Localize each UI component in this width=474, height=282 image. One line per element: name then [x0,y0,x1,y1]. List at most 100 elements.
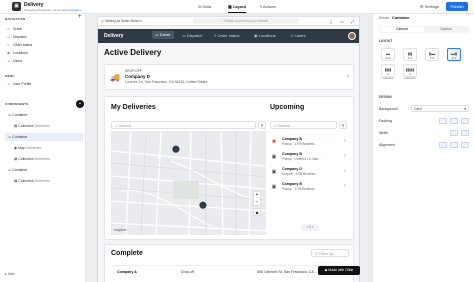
align-top[interactable] [439,142,447,148]
breadcrumb-container[interactable]: Container [392,16,410,20]
tree-item-container[interactable]: ▭ Container [5,111,83,119]
upcoming-item[interactable]: ✖ Company B Pickup · 1709 Broderic... › [270,137,350,150]
made-with-badge[interactable]: ◆ Made with Glide [318,266,360,275]
tab-options[interactable]: Options [424,27,468,32]
deliveries-map[interactable]: ⬤ ⬤ + − ◆ mapbox [111,131,266,235]
layout-icon: ▦ [228,4,232,9]
width-standard[interactable] [450,130,458,136]
box-icon: ▣ [271,169,277,175]
academy-link[interactable]: Academy [69,8,82,12]
upcoming-filter-button[interactable]: ⚲ [339,121,347,129]
nav-data[interactable]: ⛁ Data [198,4,211,9]
nav-item-locations[interactable]: ◉ Locations [5,49,83,57]
tree-item-collection[interactable]: ▤ Collection Deliveries [5,177,83,185]
container-icon: ▭ [8,168,12,172]
add-component-button[interactable]: + [76,100,84,108]
padding-medium[interactable] [450,118,458,124]
nav-item-dispatch[interactable]: ▭ Dispatch [5,33,83,41]
align-bottom[interactable] [461,142,469,148]
tree-item-collection[interactable]: ▤ Collection Deliveries [5,155,83,163]
truck-icon: 🚚 [110,73,120,82]
collection-icon: ▤ [14,124,18,128]
breadcrumb-driver[interactable]: Driver [379,16,389,20]
tree-item-map[interactable]: ◉ Map Deliveries [5,144,83,152]
filter-icon: ⚲ [315,251,318,256]
layout-option-2-1[interactable]: ▬▮ 2:1 [447,48,461,61]
viewing-as[interactable]: ◎ Viewing as Sarah Simon ▾ [101,19,142,23]
upcoming-item[interactable]: ▣ Company D Dropoff · 1709 Broderic... › [270,167,350,180]
app-tab-dispatch[interactable]: ▭ Dispatch [182,33,202,38]
nav-layout[interactable]: ▦ Layout [228,4,247,13]
my-deliveries-title: My Deliveries [111,104,156,111]
delivery-company: Company D [125,74,151,79]
layout-option-1-2[interactable]: ▮▬ 1:2 [425,48,439,61]
settings-button[interactable]: ⚙ Settings [420,4,439,9]
device-desktop-icon[interactable]: ▭ [340,19,344,24]
expand-icon[interactable]: ⤢ [351,19,354,24]
collection-icon: ▤ [14,179,18,183]
table-row[interactable]: Company A Drop-off 506 Clement St, San F… [111,265,349,279]
add-tab-icon[interactable]: + [78,14,82,20]
active-delivery-title: Active Delivery [104,48,162,57]
background-label: Background [379,107,398,111]
database-icon: ⛁ [198,4,202,9]
width-full[interactable] [461,130,469,136]
alignment-label: Alignment [379,143,395,147]
upcoming-title: Upcoming [270,104,305,111]
publish-button[interactable]: Publish [446,2,468,11]
layout-option-3-col[interactable]: ▮▮▮ 3 columns [381,64,395,80]
zoom-out-icon[interactable]: − [256,199,259,205]
map-pin-icon[interactable]: ⬤ [172,145,180,153]
components-header: COMPONENTS [5,102,29,106]
active-delivery-card[interactable]: 🚚 DROP-OFF Company D Lovers's Ln, San Fr… [104,64,354,90]
upcoming-search-input[interactable]: ⌕ Search [270,121,337,129]
nav-item-driver[interactable]: ▭ Driver [5,25,83,33]
layout-option-1-1[interactable]: ▮▮ 1:1 [403,48,417,61]
app-tab-driver[interactable]: ▭ Driver [152,31,174,39]
avatar[interactable] [348,32,356,40]
app-subtitle: Shopping Production on prospect Academy [24,8,82,12]
compass-icon[interactable]: ◆ [253,208,261,216]
delivery-address: Lovers's Ln, San Francisco, CA 94131, Un… [125,80,208,84]
nav-item-users[interactable]: ☺ Users [5,57,83,65]
tab-general[interactable]: General [380,27,424,32]
map-pin-icon[interactable]: ⬤ [199,201,207,209]
complete-container: Complete ⚲ Filter by... Company A Drop-o… [104,244,354,282]
top-bar: ▣ Delivery Shopping Production on prospe… [0,0,474,14]
device-mobile-icon[interactable]: ▯ [330,19,332,24]
filter-button[interactable]: ⚲ [258,121,266,129]
padding-small[interactable] [439,118,447,124]
right-panel: Driver Container General Options LAYOUT … [372,14,474,282]
tree-item-container[interactable]: ▭ Container [5,166,83,174]
app-tab-order-status[interactable]: ≡ Order status [214,33,239,38]
layout-option-4-col[interactable]: ▮▮▮▮ 4 columns [403,64,417,80]
deliveries-search-input[interactable]: ⌕ Search [111,121,256,129]
car-icon: ▭ [155,32,159,37]
zoom-in-icon[interactable]: + [256,192,259,198]
nav-actions[interactable]: ϟ Actions [260,4,276,9]
cancel-icon: ✖ [271,139,277,145]
background-select[interactable]: Card ▾ [411,105,469,112]
preview-url-field[interactable]: Publish to preview your website [193,18,299,24]
upcoming-item[interactable]: ▣ Company B Pickup · Lovers's Ln, San...… [270,152,350,165]
padding-large[interactable] [461,118,469,124]
nav-item-order-status[interactable]: ≡ Order status [5,41,83,49]
box-icon: ▣ [271,154,277,160]
tree-item-collection[interactable]: ▤ Collection Deliveries [5,122,83,130]
app-tab-locations[interactable]: ◉ Locations [254,33,276,38]
zoom-controls[interactable]: + − [253,191,261,206]
truck-icon: ▭ [182,33,186,38]
chevron-left-icon[interactable]: ‹ [307,225,308,229]
map-pin-icon: ◉ [14,146,18,150]
tree-item-container-selected[interactable]: ▭ Container [5,133,83,141]
chevron-right-icon[interactable]: › [312,225,313,229]
menu-item-user-profile[interactable]: ☺ User Profile [5,80,83,88]
align-center[interactable] [450,142,458,148]
delivery-status: DROP-OFF [125,69,142,73]
layout-option-full[interactable]: ▬ Full [381,48,395,61]
upcoming-item[interactable]: ▣ Company B Pickup · 1709 Broderic... › [270,182,350,195]
pagination[interactable]: ‹ 1 › [301,224,319,231]
intro-footer[interactable]: ▸ Intro [5,272,15,277]
app-tab-users[interactable]: ☺ Users [290,33,306,38]
complete-filter-input[interactable]: ⚲ Filter by... [311,249,349,257]
